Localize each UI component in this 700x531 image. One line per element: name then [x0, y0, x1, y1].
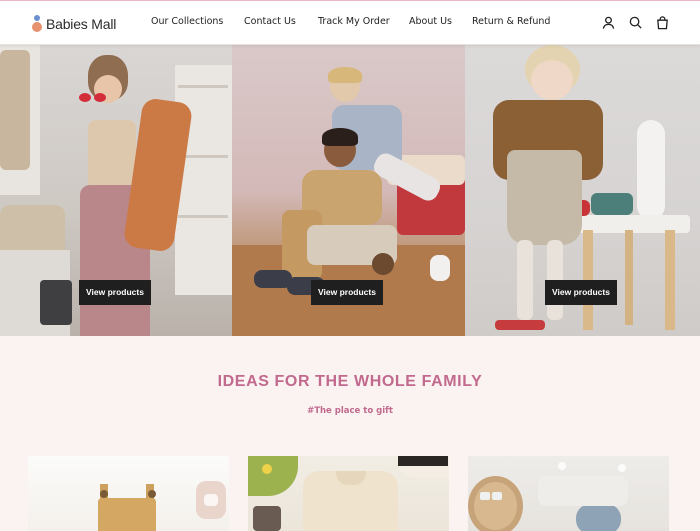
gift-card-overalls[interactable] — [28, 456, 229, 531]
nav-contact-us[interactable]: Contact Us — [244, 16, 296, 27]
nav-our-collections[interactable]: Our Collections — [151, 16, 223, 27]
nav-about-us[interactable]: About Us — [409, 16, 452, 27]
gift-card-knit-sweater[interactable] — [248, 456, 449, 531]
brand-name: Babies Mall — [46, 16, 117, 32]
ideas-section-title: IDEAS FOR THE WHOLE FAMILY — [217, 373, 483, 390]
hero-collections: View products View products View product… — [0, 45, 700, 336]
hero-panel-toddler-chair[interactable]: View products — [465, 45, 700, 336]
view-products-button[interactable]: View products — [79, 280, 151, 305]
page: Babies Mall Our Collections Contact Us T… — [0, 0, 700, 531]
view-products-button[interactable]: View products — [311, 280, 383, 305]
view-products-button[interactable]: View products — [545, 280, 617, 305]
account-icon[interactable] — [601, 15, 616, 30]
brand-logo[interactable]: Babies Mall — [31, 14, 116, 34]
hero-panel-girl-closet[interactable]: View products — [0, 45, 232, 336]
search-icon[interactable] — [628, 15, 643, 30]
gift-card-image — [248, 456, 449, 531]
brand-logo-icon — [31, 15, 43, 33]
nav-return-refund[interactable]: Return & Refund — [472, 16, 550, 27]
gift-card-image — [468, 456, 669, 531]
ideas-section-subtitle: #The place to gift — [307, 406, 393, 416]
cart-bag-icon[interactable] — [655, 15, 670, 30]
site-header: Babies Mall Our Collections Contact Us T… — [0, 0, 700, 45]
hero-panel-boys-play[interactable]: View products — [232, 45, 465, 336]
nav-track-my-order[interactable]: Track My Order — [318, 16, 390, 27]
gift-card-wooden-sign[interactable] — [468, 456, 669, 531]
gift-card-image — [28, 456, 229, 531]
header-icons — [601, 15, 670, 30]
gift-ideas-grid — [0, 456, 700, 531]
